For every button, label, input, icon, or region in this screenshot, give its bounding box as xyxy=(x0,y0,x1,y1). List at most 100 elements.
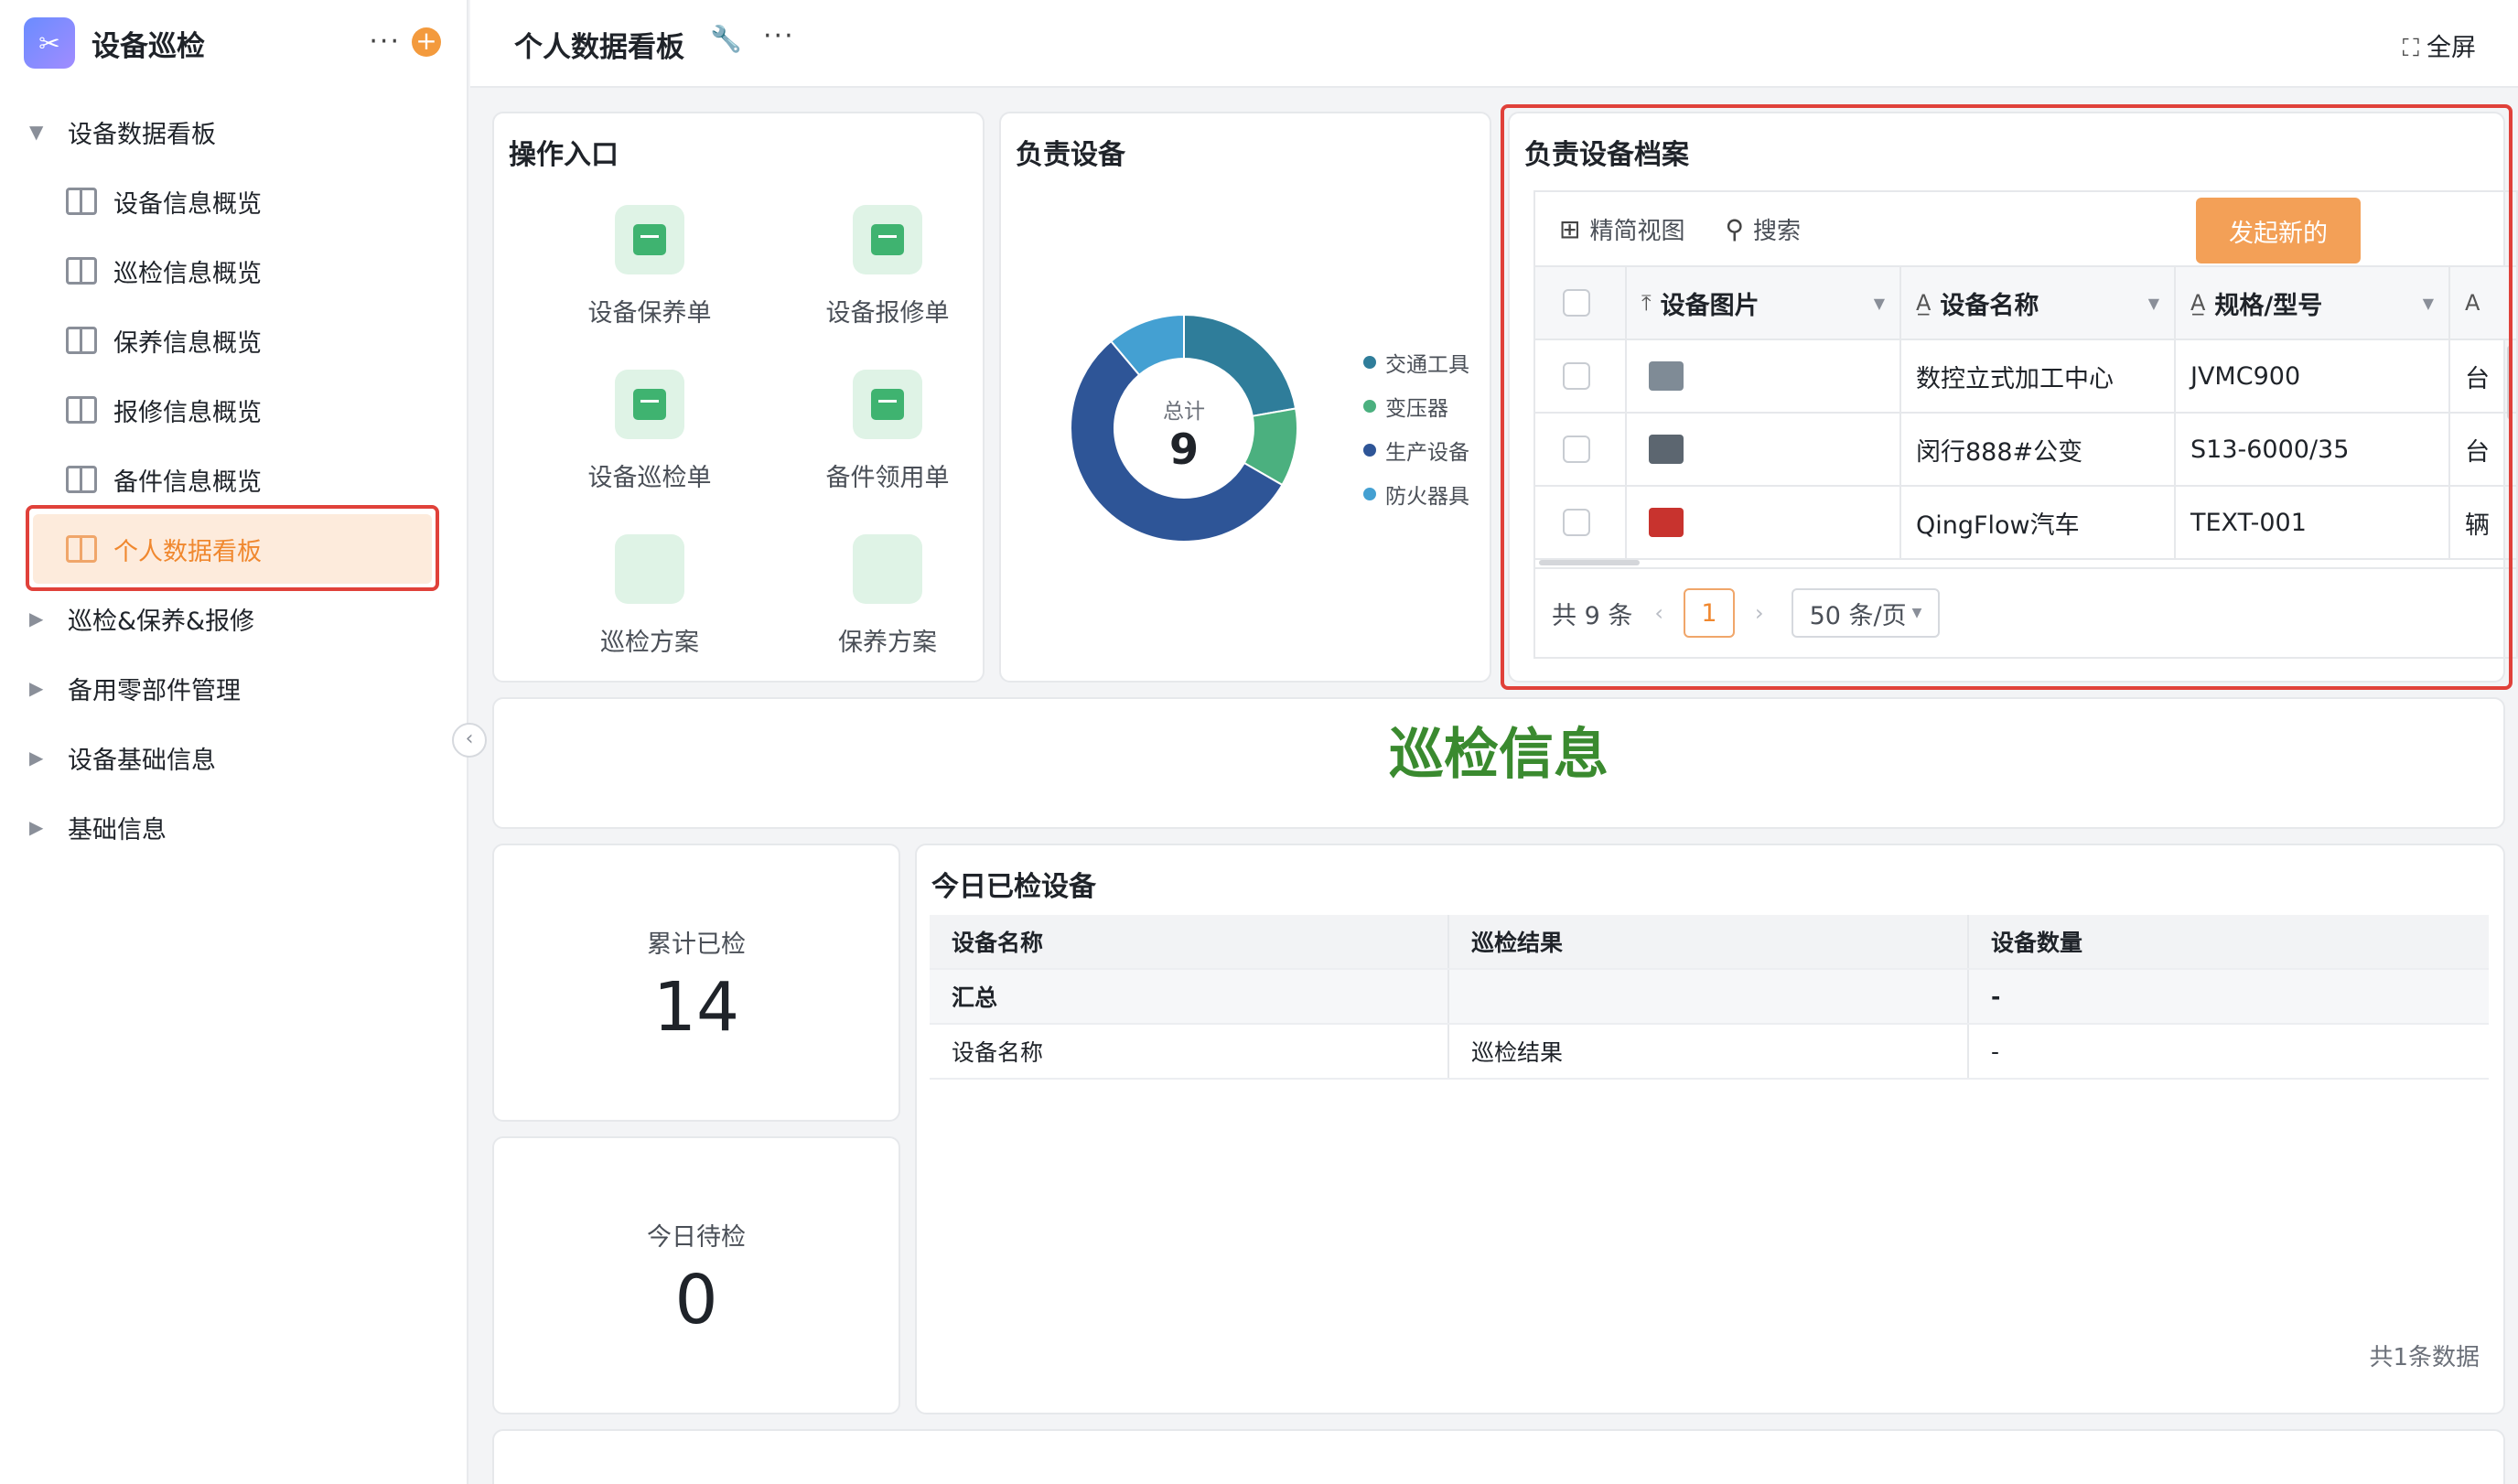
legend-label: 防火器具 xyxy=(1385,485,1469,509)
patrol-title-card: 巡检信息 xyxy=(492,697,2505,829)
sidebar-header: ✂ 设备巡检 ··· + xyxy=(24,16,448,70)
sidebar-item[interactable]: 巡检信息概览 xyxy=(0,236,468,306)
legend-item[interactable]: 交通工具 xyxy=(1363,340,1469,384)
summary-row: 汇总 - xyxy=(930,970,2489,1025)
sidebar-item[interactable]: 报修信息概览 xyxy=(0,375,468,445)
collapse-sidebar-icon[interactable]: ‹ xyxy=(452,723,487,758)
sidebar-item-label: 基础信息 xyxy=(68,815,167,844)
table-cell: 设备数量 xyxy=(1991,930,2083,956)
sidebar-item[interactable]: ▶ 巡检&保养&报修 xyxy=(0,584,468,653)
today-checked-title: 今日已检设备 xyxy=(931,871,1096,903)
table-cell xyxy=(1449,970,1969,1023)
ops-title: 操作入口 xyxy=(509,139,619,171)
sidebar-item-label: 巡检信息概览 xyxy=(113,259,262,288)
dashboard-icon xyxy=(66,466,97,493)
dashboard-icon xyxy=(66,257,97,285)
calendar-icon xyxy=(853,205,922,274)
ops-entry-label: 巡检方案 xyxy=(600,629,699,657)
sidebar-item-label: 保养信息概览 xyxy=(113,328,262,358)
ops-entry-label: 备件领用单 xyxy=(825,464,950,492)
ops-entry[interactable]: 保养方案 xyxy=(796,534,979,737)
legend-dot xyxy=(1363,488,1376,500)
sidebar-item[interactable]: ▶ 备用零部件管理 xyxy=(0,653,468,723)
donut-total-value: 9 xyxy=(1168,425,1199,474)
more-icon[interactable]: ··· xyxy=(369,26,401,58)
active-highlight-outline xyxy=(26,505,439,591)
pending-value: 0 xyxy=(674,1261,718,1339)
cumulative-value: 14 xyxy=(652,968,740,1047)
expand-icon: ⛶ xyxy=(2402,35,2419,62)
legend-label: 生产设备 xyxy=(1385,441,1469,465)
caret-down-icon[interactable]: ▼ xyxy=(29,121,43,143)
ops-entry[interactable]: 设备报修单 xyxy=(796,205,979,328)
sidebar-item[interactable]: 备件信息概览 xyxy=(0,445,468,514)
ops-entry-label: 保养方案 xyxy=(838,629,937,657)
table-cell: - xyxy=(1991,983,2001,1010)
caret-right-icon[interactable]: ▶ xyxy=(29,747,43,769)
legend-item[interactable]: 生产设备 xyxy=(1363,428,1469,472)
dashboard-icon xyxy=(66,396,97,424)
sidebar-item[interactable]: 保养信息概览 xyxy=(0,306,468,375)
fullscreen-button[interactable]: ⛶ 全屏 xyxy=(2403,27,2476,63)
sidebar-item[interactable]: ▶ 基础信息 xyxy=(0,792,468,862)
legend-dot xyxy=(1363,356,1376,369)
table-row: 设备名称 巡检结果 - xyxy=(930,1025,2489,1080)
ops-card: 操作入口 设备保养单 设备报修单设备巡检单 备件领用单巡检方案 保养方案 xyxy=(492,112,985,737)
ops-entry-label: 设备保养单 xyxy=(587,299,712,328)
table-cell: 巡检结果 xyxy=(1449,1025,1969,1078)
sidebar-item-label: 备用零部件管理 xyxy=(68,676,241,705)
sidebar-item-label: 巡检&保养&报修 xyxy=(68,607,255,636)
sidebar-item-label: 设备数据看板 xyxy=(68,120,216,149)
legend-item[interactable]: 防火器具 xyxy=(1363,472,1469,516)
sidebar-item-label: 设备基础信息 xyxy=(68,746,216,775)
legend-label: 变压器 xyxy=(1385,397,1448,421)
sidebar: ✂ 设备巡检 ··· + ▼ 设备数据看板设备信息概览 巡检信息概览 保养信息概览 报修… xyxy=(0,0,468,1484)
wrench-icon[interactable]: 🔧 xyxy=(710,24,742,54)
sidebar-item[interactable]: 设备信息概览 xyxy=(0,167,468,236)
sidebar-item[interactable]: ▶ 设备基础信息 xyxy=(0,723,468,792)
apps-icon xyxy=(853,534,928,737)
table-header-row: 设备名称 巡检结果 设备数量 xyxy=(930,915,2489,970)
legend-label: 交通工具 xyxy=(1385,353,1469,377)
equipment-title: 负责设备 xyxy=(1016,139,1125,171)
donut-total-label: 总计 xyxy=(1163,400,1205,424)
pending-card: 今日待检 0 xyxy=(492,1136,900,1414)
app-icon: ✂ xyxy=(24,17,75,69)
clipboard-icon xyxy=(853,370,922,439)
apps-icon xyxy=(615,534,690,737)
add-icon[interactable]: + xyxy=(412,27,441,57)
dashboard-icon xyxy=(66,327,97,354)
ops-entry[interactable]: 巡检方案 xyxy=(558,534,741,737)
ops-entry-label: 设备报修单 xyxy=(825,299,950,328)
app-title: 设备巡检 xyxy=(91,29,205,63)
sidebar-item-label: 报修信息概览 xyxy=(113,398,262,427)
more-icon[interactable]: ··· xyxy=(763,20,795,52)
patrol-title: 巡检信息 xyxy=(1389,723,1609,787)
page-title: 个人数据看板 xyxy=(514,31,684,64)
cumulative-card: 累计已检 14 xyxy=(492,844,900,1122)
sidebar-item-label: 设备信息概览 xyxy=(113,189,262,219)
table-cell: 巡检结果 xyxy=(1449,915,1969,968)
topbar: 个人数据看板 🔧 ··· ⛶ 全屏 xyxy=(470,0,2518,88)
calendar-icon xyxy=(615,205,684,274)
ops-entry[interactable]: 备件领用单 xyxy=(796,370,979,493)
cumulative-label: 累计已检 xyxy=(647,930,746,959)
caret-right-icon[interactable]: ▶ xyxy=(29,608,43,629)
legend-dot xyxy=(1363,400,1376,413)
ops-entry[interactable]: 设备保养单 xyxy=(558,205,741,328)
legend-item[interactable]: 变压器 xyxy=(1363,384,1469,428)
table-cell: 汇总 xyxy=(930,970,1449,1023)
row-count-footer: 共1条数据 xyxy=(2369,1344,2480,1371)
fullscreen-label: 全屏 xyxy=(2427,34,2476,62)
bottom-card xyxy=(492,1429,2505,1484)
ops-entry[interactable]: 设备巡检单 xyxy=(558,370,741,493)
sidebar-nav: ▼ 设备数据看板 设备信息概览 巡检信息概览 保养信息概览 报修信息概览 备件信息概览 个人数… xyxy=(0,97,468,862)
archive-highlight-outline xyxy=(1501,104,2513,690)
table-cell: - xyxy=(1991,1038,2000,1065)
sidebar-item[interactable]: ▼ 设备数据看板 xyxy=(0,97,468,167)
sidebar-item-label: 备件信息概览 xyxy=(113,468,262,497)
ops-entry-label: 设备巡检单 xyxy=(587,464,712,492)
caret-right-icon[interactable]: ▶ xyxy=(29,816,43,838)
table-cell: 设备名称 xyxy=(930,915,1449,968)
caret-right-icon[interactable]: ▶ xyxy=(29,677,43,699)
